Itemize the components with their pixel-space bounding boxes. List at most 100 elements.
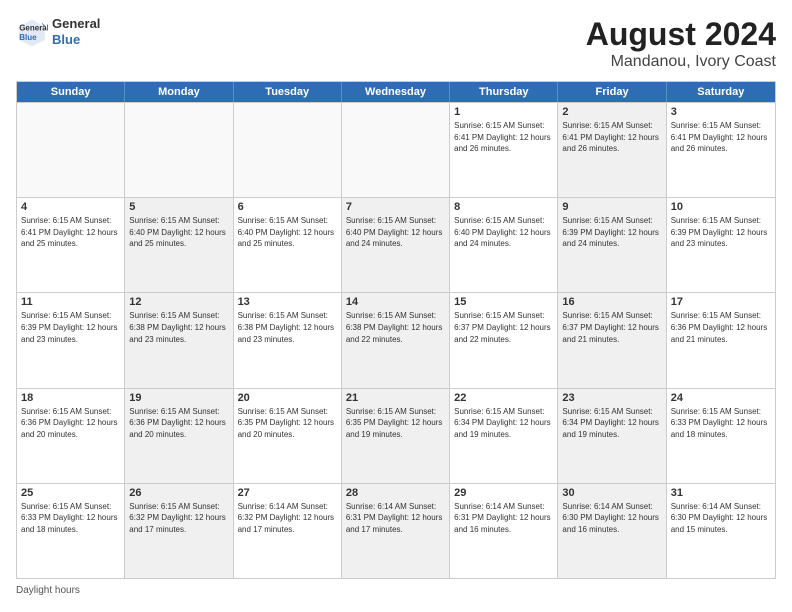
page-title: August 2024 — [586, 16, 776, 53]
logo: General Blue General Blue — [16, 16, 100, 48]
calendar-cell: 27 Sunrise: 6:14 AM Sunset: 6:32 PM Dayli… — [234, 484, 342, 578]
calendar-header: SundayMondayTuesdayWednesdayThursdayFrid… — [17, 82, 775, 102]
calendar-header-cell: Wednesday — [342, 82, 450, 102]
calendar-cell: 21Sunrise: 6:15 AM Sunset: 6:35 PM Dayli… — [342, 389, 450, 483]
day-info: Sunrise: 6:14 AM Sunset: 6:31 PM Dayligh… — [346, 501, 445, 536]
calendar-week: 11 Sunrise: 6:15 AM Sunset: 6:39 PM Dayli… — [17, 292, 775, 387]
day-number: 6 — [238, 201, 337, 213]
day-number: 23 — [562, 392, 661, 404]
calendar-header-cell: Thursday — [450, 82, 558, 102]
day-number: 28 — [346, 487, 445, 499]
calendar-cell: 26 Sunrise: 6:15 AM Sunset: 6:32 PM Dayli… — [125, 484, 233, 578]
day-number: 9 — [562, 201, 661, 213]
logo-icon: General Blue — [16, 16, 48, 48]
day-info: Sunrise: 6:15 AM Sunset: 6:38 PM Dayligh… — [346, 310, 445, 345]
calendar-header-cell: Friday — [558, 82, 666, 102]
page-subtitle: Mandanou, Ivory Coast — [586, 53, 776, 71]
day-info: Sunrise: 6:14 AM Sunset: 6:32 PM Dayligh… — [238, 501, 337, 536]
logo-line2: Blue — [52, 32, 100, 48]
day-info: Sunrise: 6:14 AM Sunset: 6:30 PM Dayligh… — [562, 501, 661, 536]
calendar-header-cell: Saturday — [667, 82, 775, 102]
calendar-cell: 5Sunrise: 6:15 AM Sunset: 6:40 PM Daylig… — [125, 198, 233, 292]
day-info: Sunrise: 6:15 AM Sunset: 6:33 PM Dayligh… — [671, 406, 771, 441]
calendar-cell: 11 Sunrise: 6:15 AM Sunset: 6:39 PM Dayli… — [17, 293, 125, 387]
calendar-cell: 31 Sunrise: 6:14 AM Sunset: 6:30 PM Dayli… — [667, 484, 775, 578]
day-info: Sunrise: 6:15 AM Sunset: 6:36 PM Dayligh… — [21, 406, 120, 441]
day-number: 13 — [238, 296, 337, 308]
calendar-week: 18 Sunrise: 6:15 AM Sunset: 6:36 PM Dayli… — [17, 388, 775, 483]
day-number: 19 — [129, 392, 228, 404]
day-number: 3 — [671, 106, 771, 118]
calendar-cell: 24Sunrise: 6:15 AM Sunset: 6:33 PM Dayli… — [667, 389, 775, 483]
calendar-cell: 3Sunrise: 6:15 AM Sunset: 6:41 PM Daylig… — [667, 103, 775, 197]
calendar-cell: 2Sunrise: 6:15 AM Sunset: 6:41 PM Daylig… — [558, 103, 666, 197]
day-number: 15 — [454, 296, 553, 308]
calendar-cell: 6 Sunrise: 6:15 AM Sunset: 6:40 PM Daylig… — [234, 198, 342, 292]
day-info: Sunrise: 6:15 AM Sunset: 6:39 PM Dayligh… — [562, 215, 661, 250]
calendar-body: 1 Sunrise: 6:15 AM Sunset: 6:41 PM Daylig… — [17, 102, 775, 578]
day-number: 17 — [671, 296, 771, 308]
calendar-cell: 16Sunrise: 6:15 AM Sunset: 6:37 PM Dayli… — [558, 293, 666, 387]
calendar-header-cell: Monday — [125, 82, 233, 102]
calendar-cell: 25 Sunrise: 6:15 AM Sunset: 6:33 PM Dayli… — [17, 484, 125, 578]
day-info: Sunrise: 6:14 AM Sunset: 6:30 PM Dayligh… — [671, 501, 771, 536]
day-info: Sunrise: 6:15 AM Sunset: 6:34 PM Dayligh… — [562, 406, 661, 441]
calendar-cell: 12Sunrise: 6:15 AM Sunset: 6:38 PM Dayli… — [125, 293, 233, 387]
day-info: Sunrise: 6:15 AM Sunset: 6:41 PM Dayligh… — [562, 120, 661, 155]
footer-note: Daylight hours — [16, 585, 776, 596]
header: General Blue General Blue August 2024 Ma… — [16, 16, 776, 71]
calendar-header-cell: Tuesday — [234, 82, 342, 102]
day-info: Sunrise: 6:15 AM Sunset: 6:38 PM Dayligh… — [238, 310, 337, 345]
calendar-cell: 4Sunrise: 6:15 AM Sunset: 6:41 PM Daylig… — [17, 198, 125, 292]
calendar-cell: 22 Sunrise: 6:15 AM Sunset: 6:34 PM Dayli… — [450, 389, 558, 483]
day-number: 29 — [454, 487, 553, 499]
calendar-week: 4Sunrise: 6:15 AM Sunset: 6:41 PM Daylig… — [17, 197, 775, 292]
title-block: August 2024 Mandanou, Ivory Coast — [586, 16, 776, 71]
calendar-cell: 23 Sunrise: 6:15 AM Sunset: 6:34 PM Dayli… — [558, 389, 666, 483]
calendar-cell — [125, 103, 233, 197]
day-number: 26 — [129, 487, 228, 499]
day-info: Sunrise: 6:15 AM Sunset: 6:34 PM Dayligh… — [454, 406, 553, 441]
calendar-cell: 19Sunrise: 6:15 AM Sunset: 6:36 PM Dayli… — [125, 389, 233, 483]
day-info: Sunrise: 6:15 AM Sunset: 6:40 PM Dayligh… — [346, 215, 445, 250]
day-number: 11 — [21, 296, 120, 308]
day-number: 27 — [238, 487, 337, 499]
calendar-cell: 13 Sunrise: 6:15 AM Sunset: 6:38 PM Dayli… — [234, 293, 342, 387]
calendar-cell: 15Sunrise: 6:15 AM Sunset: 6:37 PM Dayli… — [450, 293, 558, 387]
day-number: 31 — [671, 487, 771, 499]
daylight-note: Daylight hours — [16, 585, 80, 596]
day-info: Sunrise: 6:15 AM Sunset: 6:39 PM Dayligh… — [21, 310, 120, 345]
page: General Blue General Blue August 2024 Ma… — [0, 0, 792, 612]
day-number: 1 — [454, 106, 553, 118]
day-number: 7 — [346, 201, 445, 213]
calendar-cell: 14Sunrise: 6:15 AM Sunset: 6:38 PM Dayli… — [342, 293, 450, 387]
calendar-cell: 17 Sunrise: 6:15 AM Sunset: 6:36 PM Dayli… — [667, 293, 775, 387]
day-number: 18 — [21, 392, 120, 404]
calendar-cell: 18 Sunrise: 6:15 AM Sunset: 6:36 PM Dayli… — [17, 389, 125, 483]
day-info: Sunrise: 6:15 AM Sunset: 6:36 PM Dayligh… — [671, 310, 771, 345]
day-info: Sunrise: 6:15 AM Sunset: 6:39 PM Dayligh… — [671, 215, 771, 250]
day-info: Sunrise: 6:15 AM Sunset: 6:40 PM Dayligh… — [238, 215, 337, 250]
day-number: 25 — [21, 487, 120, 499]
day-info: Sunrise: 6:15 AM Sunset: 6:32 PM Dayligh… — [129, 501, 228, 536]
day-info: Sunrise: 6:15 AM Sunset: 6:33 PM Dayligh… — [21, 501, 120, 536]
day-info: Sunrise: 6:15 AM Sunset: 6:35 PM Dayligh… — [346, 406, 445, 441]
calendar-cell: 29 Sunrise: 6:14 AM Sunset: 6:31 PM Dayli… — [450, 484, 558, 578]
calendar-cell — [17, 103, 125, 197]
calendar-cell: 30 Sunrise: 6:14 AM Sunset: 6:30 PM Dayli… — [558, 484, 666, 578]
day-number: 20 — [238, 392, 337, 404]
calendar-header-cell: Sunday — [17, 82, 125, 102]
day-number: 30 — [562, 487, 661, 499]
day-number: 10 — [671, 201, 771, 213]
calendar-cell: 1Sunrise: 6:15 AM Sunset: 6:41 PM Daylig… — [450, 103, 558, 197]
calendar-cell: 10 Sunrise: 6:15 AM Sunset: 6:39 PM Dayli… — [667, 198, 775, 292]
day-number: 4 — [21, 201, 120, 213]
calendar-cell: 9 Sunrise: 6:15 AM Sunset: 6:39 PM Daylig… — [558, 198, 666, 292]
day-number: 8 — [454, 201, 553, 213]
day-info: Sunrise: 6:15 AM Sunset: 6:35 PM Dayligh… — [238, 406, 337, 441]
day-number: 22 — [454, 392, 553, 404]
calendar-cell: 28 Sunrise: 6:14 AM Sunset: 6:31 PM Dayli… — [342, 484, 450, 578]
day-number: 5 — [129, 201, 228, 213]
day-info: Sunrise: 6:15 AM Sunset: 6:40 PM Dayligh… — [454, 215, 553, 250]
day-info: Sunrise: 6:14 AM Sunset: 6:31 PM Dayligh… — [454, 501, 553, 536]
